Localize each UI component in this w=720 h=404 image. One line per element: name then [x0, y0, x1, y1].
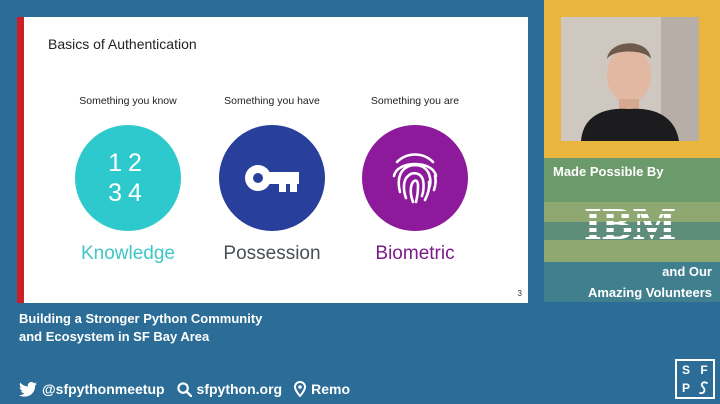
venue-name: Remo [311, 381, 350, 397]
twitter-icon [19, 381, 37, 397]
factor-caption: Something you are [370, 95, 460, 107]
event-tagline-line2: and Ecosystem in SF Bay Area [19, 329, 210, 344]
sponsor-heading: Made Possible By [553, 164, 664, 179]
logo-letter: S [681, 363, 690, 377]
key-icon [245, 165, 299, 192]
social-links: @sfpythonmeetup sfpython.org Remo [19, 379, 362, 399]
python-snake-icon [695, 379, 713, 397]
factor-label: Possession [223, 243, 321, 264]
slide-accent-bar [17, 17, 24, 303]
website-link[interactable]: sfpython.org [176, 381, 283, 397]
event-tagline: Building a Stronger Python Community and… [19, 310, 262, 346]
keypad-digits-row2: 34 [108, 179, 148, 207]
volunteers-line2: Amazing Volunteers [587, 285, 712, 300]
ibm-logo-text: IBM [584, 200, 676, 244]
website-url: sfpython.org [196, 381, 283, 397]
factor-caption: Something you have [224, 95, 320, 107]
twitter-handle: @sfpythonmeetup [42, 381, 165, 397]
slide-title: Basics of Authentication [48, 36, 197, 52]
slide-page-number: 3 [517, 289, 522, 298]
presentation-slide: Basics of Authentication Something you k… [17, 17, 528, 303]
factor-possession: Something you have Possession [192, 93, 352, 265]
sfpython-logo: S F P [675, 359, 715, 399]
speaker-webcam-video [561, 17, 699, 141]
keypad-digits-row1: 12 [108, 149, 148, 177]
event-tagline-line1: Building a Stronger Python Community [19, 311, 263, 326]
logo-letter: F [700, 363, 708, 377]
sponsor-panel: Made Possible By IBM and Our Amazing Vol… [544, 0, 720, 302]
venue-link[interactable]: Remo [294, 381, 350, 397]
ibm-logo: IBM [580, 200, 680, 244]
search-icon [176, 381, 192, 397]
factor-label: Biometric [375, 243, 455, 264]
factor-knowledge: Something you know 12 34 Knowledge [48, 93, 208, 265]
logo-letter: P [681, 381, 690, 395]
factor-caption: Something you know [79, 95, 177, 107]
twitter-link[interactable]: @sfpythonmeetup [19, 381, 165, 397]
speaker-silhouette-icon [561, 17, 699, 141]
volunteers-line1: and Our [662, 264, 712, 279]
number-keypad-icon: 12 34 [75, 125, 181, 231]
fingerprint-icon [392, 153, 438, 204]
key-icon-badge [219, 125, 325, 231]
factor-biometric: Something you are Biometric [335, 93, 495, 265]
fingerprint-icon-badge [362, 125, 468, 231]
factor-label: Knowledge [80, 243, 176, 264]
location-pin-icon [294, 381, 307, 397]
